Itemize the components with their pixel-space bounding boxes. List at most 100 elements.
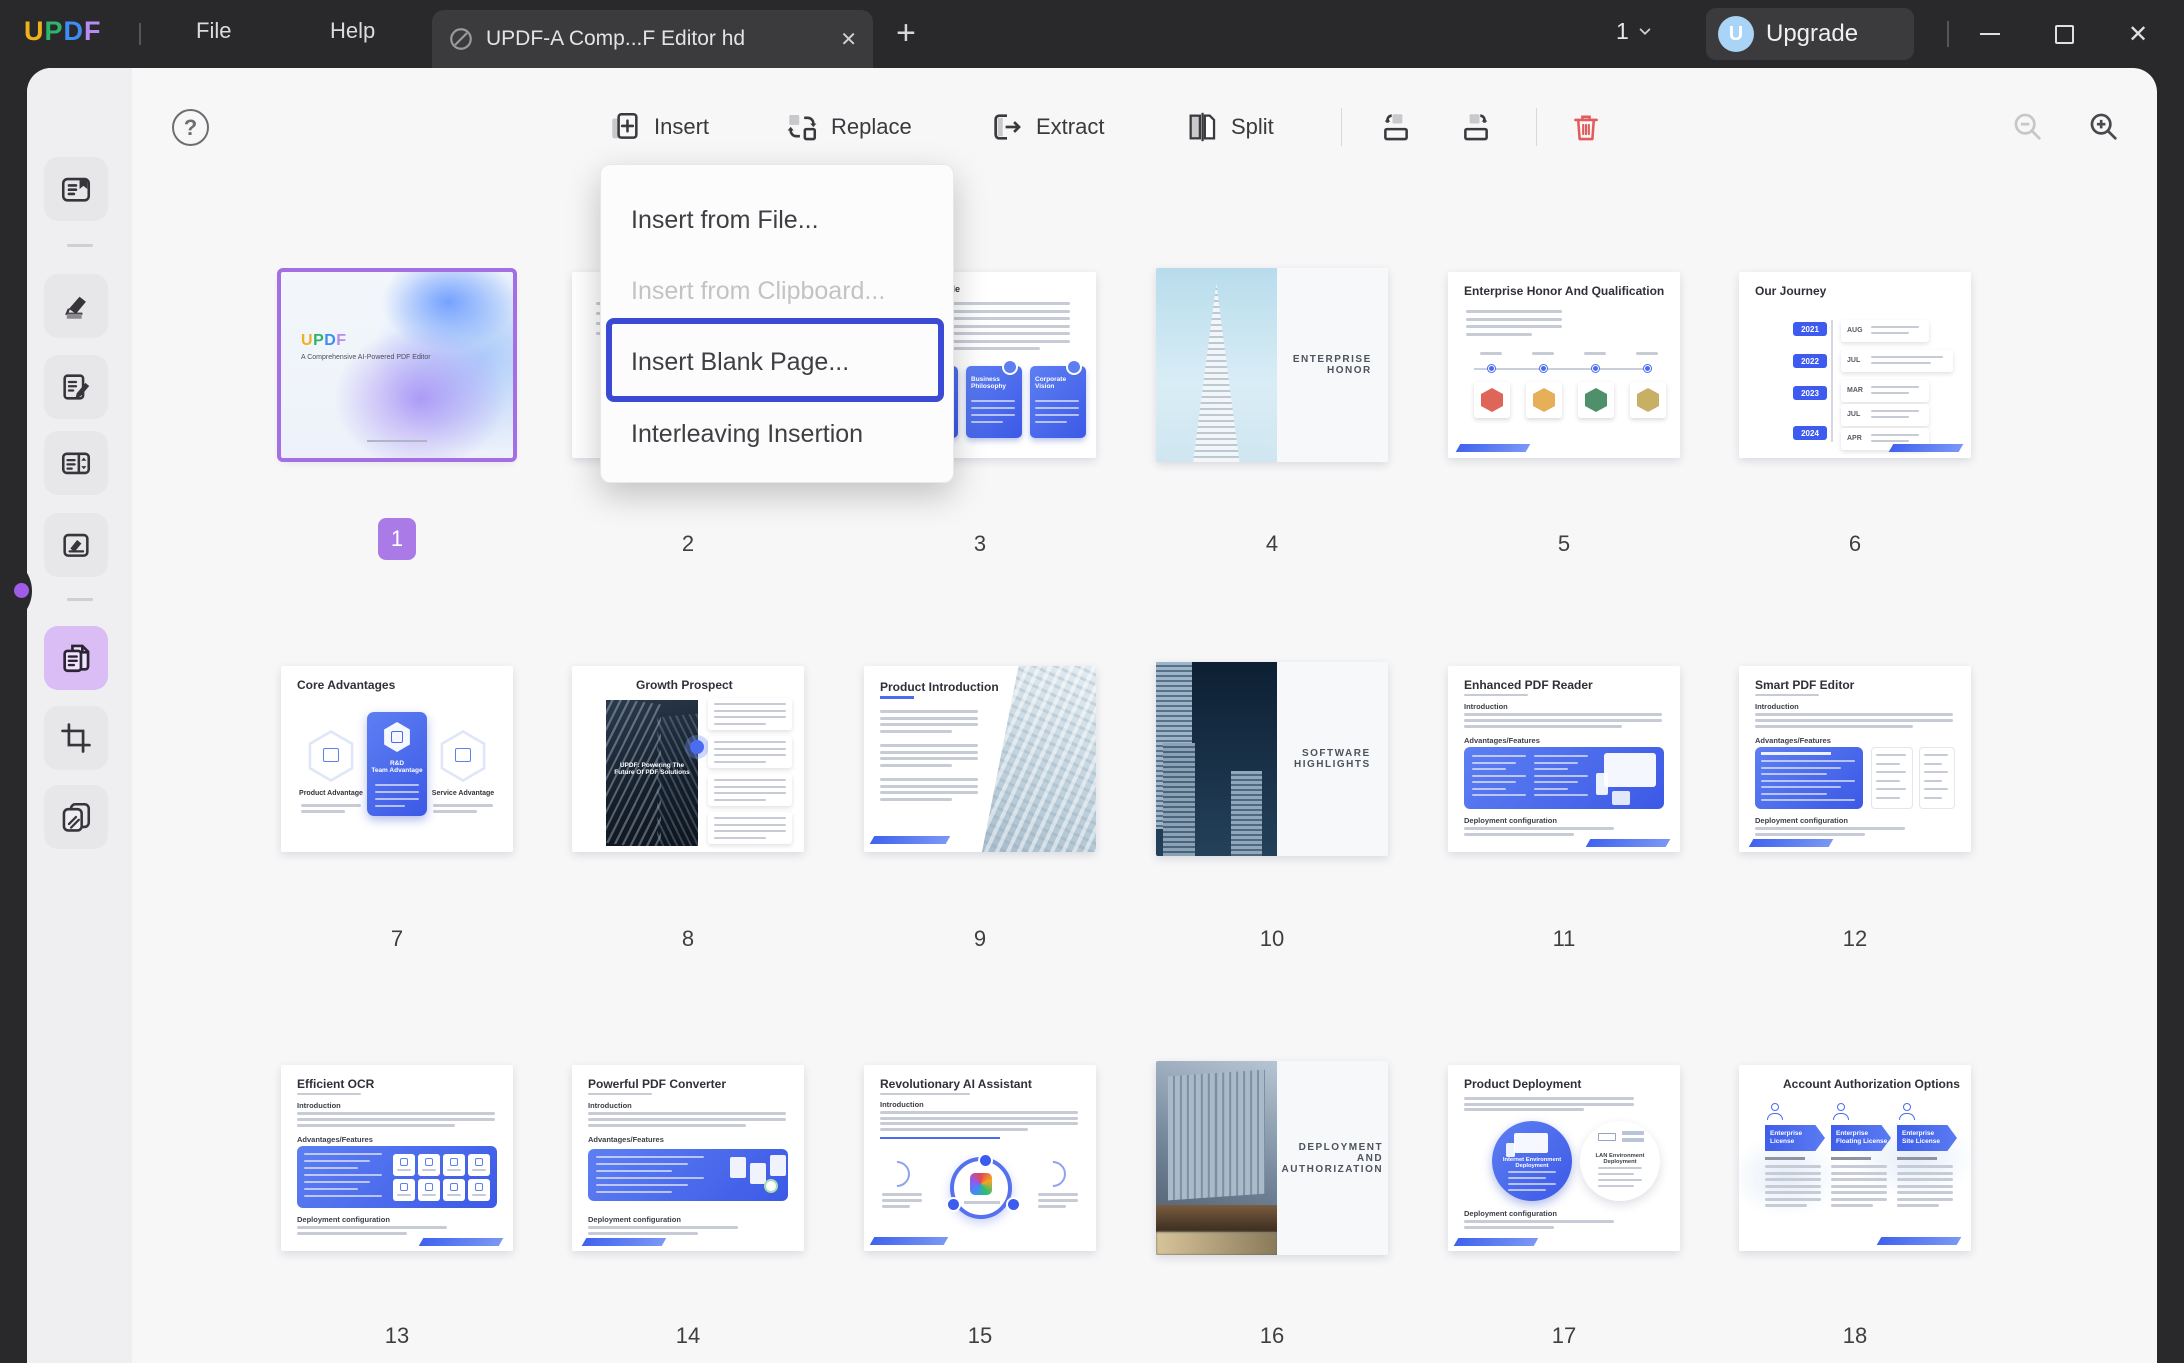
text-line-placeholder <box>304 1153 382 1155</box>
page-thumbnail-9[interactable]: Product Introduction <box>864 666 1096 852</box>
advantage-icon <box>391 731 403 743</box>
text-line-placeholder <box>297 1226 447 1229</box>
deployment-label: LAN Environment Deployment <box>1588 1153 1652 1165</box>
badge-emblem <box>1481 388 1503 412</box>
person-icon <box>1903 1103 1911 1111</box>
text-line-placeholder <box>880 757 978 760</box>
ai-logo <box>970 1173 992 1195</box>
rotate-right-button[interactable] <box>1452 103 1500 151</box>
minimize-button[interactable] <box>1968 16 2012 52</box>
page-thumbnail-7[interactable]: Core AdvantagesProduct AdvantageService … <box>281 666 513 852</box>
rotate-left-button[interactable] <box>1372 103 1420 151</box>
text-line-placeholder <box>1761 786 1841 788</box>
sidebar-item-slides[interactable] <box>44 785 108 849</box>
text-line-placeholder <box>1831 1191 1887 1194</box>
page-thumbnail-14[interactable]: Powerful PDF ConverterIntroductionAdvant… <box>572 1065 804 1251</box>
slide-accent-bar <box>1586 839 1671 847</box>
slide-photo <box>1156 1061 1277 1255</box>
logo-letter: F <box>336 332 346 349</box>
text-line-placeholder <box>880 710 978 713</box>
sidebar-item-annotate[interactable] <box>44 274 108 338</box>
curved-arrow <box>1035 1156 1072 1193</box>
text-line-placeholder <box>596 1163 688 1165</box>
profile-card: Business Philosophy <box>966 366 1022 438</box>
menu-item-insert-blank-page[interactable]: Insert Blank Page... <box>631 348 849 377</box>
toolbar-insert-button[interactable]: Insert <box>608 100 709 154</box>
timeline-date-placeholder <box>1532 352 1554 355</box>
text-line-placeholder <box>1924 763 1942 765</box>
sidebar-item-sign[interactable] <box>44 513 108 577</box>
sidebar-item-forms[interactable] <box>44 431 108 495</box>
text-line-placeholder <box>1035 400 1079 402</box>
page-thumbnail-4[interactable]: ENTERPRISE HONOR <box>1156 268 1388 462</box>
toolbar-split-button[interactable]: Split <box>1185 100 1274 154</box>
page-thumbnail-8[interactable]: Growth ProspectUPDF: Powering The Future… <box>572 666 804 852</box>
page-thumbnail-11[interactable]: Enhanced PDF ReaderIntroductionAdvantage… <box>1448 666 1680 852</box>
tab-count-value: 1 <box>1616 18 1629 45</box>
menu-file[interactable]: File <box>196 18 231 44</box>
text-line-placeholder <box>950 302 1070 305</box>
upgrade-button[interactable]: UUpgrade <box>1706 8 1914 60</box>
close-button[interactable]: ✕ <box>2116 16 2160 52</box>
text-line-placeholder <box>397 1169 411 1171</box>
maximize-button[interactable] <box>2042 16 2086 52</box>
text-line-placeholder <box>301 804 361 807</box>
edit-icon <box>59 370 93 404</box>
growth-card <box>708 774 792 806</box>
page-number-badge[interactable]: 1 <box>378 518 416 560</box>
text-line-placeholder <box>1038 1199 1078 1202</box>
ocr-feature-tile <box>418 1154 440 1176</box>
slide-photo-caption-panel: SOFTWARE HIGHLIGHTS <box>1277 662 1388 856</box>
text-line-placeholder <box>1765 1165 1821 1168</box>
text-line-placeholder <box>1598 1173 1634 1175</box>
sidebar-item-organize[interactable] <box>44 626 108 690</box>
sidebar-item-edit[interactable] <box>44 355 108 419</box>
slide-accent-bar <box>870 836 951 844</box>
zoom-in-button[interactable] <box>2082 105 2126 149</box>
page-thumbnail-10[interactable]: SOFTWARE HIGHLIGHTS <box>1156 662 1388 856</box>
toolbar-replace-button[interactable]: Replace <box>785 100 912 154</box>
slide-subtitle-placeholder <box>297 1093 361 1095</box>
page-thumbnail-17[interactable]: Product DeploymentInternet Environment D… <box>1448 1065 1680 1251</box>
page-thumbnail-15[interactable]: Revolutionary AI AssistantIntroduction <box>864 1065 1096 1251</box>
slide-accent-bar <box>870 1237 949 1245</box>
page-thumbnail-13[interactable]: Efficient OCRIntroductionAdvantages/Feat… <box>281 1065 513 1251</box>
page-thumbnail-18[interactable]: Account Authorization OptionsEnterprise … <box>1739 1065 1971 1251</box>
sidebar-item-reader[interactable] <box>44 157 108 221</box>
tab-count-selector[interactable]: 1 <box>1616 18 1653 45</box>
text-line-placeholder <box>1508 1183 1556 1185</box>
sidebar-item-crop[interactable] <box>44 706 108 770</box>
deployment-circle-internet: Internet Environment Deployment <box>1492 1121 1572 1201</box>
text-line-placeholder <box>297 1118 495 1121</box>
menu-item-interleaving-insertion[interactable]: Interleaving Insertion <box>631 420 863 449</box>
page-thumbnail-1[interactable]: UPDFA Comprehensive AI-Powered PDF Edito… <box>281 272 513 458</box>
text-line-placeholder <box>1464 1220 1614 1223</box>
timeline-year-pill: 2024 <box>1793 426 1827 440</box>
text-line-placeholder <box>714 786 786 788</box>
slide-subtitle: A Comprehensive AI-Powered PDF Editor <box>301 354 431 361</box>
tab-close-icon[interactable]: ✕ <box>840 27 857 52</box>
zoom-out-button[interactable] <box>2006 105 2050 149</box>
page-thumbnail-16[interactable]: DEPLOYMENT AND AUTHORIZATION <box>1156 1061 1388 1255</box>
delete-page-button[interactable] <box>1562 103 1610 151</box>
page-thumbnail-12[interactable]: Smart PDF EditorIntroductionAdvantages/F… <box>1739 666 1971 852</box>
page-thumbnail-6[interactable]: Our Journey2021202220232024AUGJULMARJULA… <box>1739 272 1971 458</box>
menu-item-insert-from-file[interactable]: Insert from File... <box>631 206 819 235</box>
text-line-placeholder <box>1871 332 1909 334</box>
help-button[interactable]: ? <box>172 109 209 146</box>
features-panel <box>1755 747 1863 809</box>
card-badge-icon <box>1066 359 1082 375</box>
timeline-month: JUL <box>1847 411 1860 418</box>
text-line-placeholder <box>1761 760 1855 762</box>
slide-title: Enhanced PDF Reader <box>1464 678 1593 692</box>
text-line-placeholder <box>433 804 493 807</box>
document-tab[interactable]: UPDF-A Comp...F Editor hd✕ <box>432 10 873 68</box>
new-tab-button[interactable]: + <box>896 14 916 53</box>
card-title: Business Philosophy <box>971 376 1022 390</box>
slide-title: ENTERPRISE HONOR <box>1283 354 1382 376</box>
text-line-placeholder <box>1598 1167 1642 1169</box>
slide-title: Our Journey <box>1755 284 1826 298</box>
menu-help[interactable]: Help <box>330 18 375 44</box>
page-thumbnail-5[interactable]: Enterprise Honor And Qualification <box>1448 272 1680 458</box>
toolbar-extract-button[interactable]: Extract <box>990 100 1104 154</box>
